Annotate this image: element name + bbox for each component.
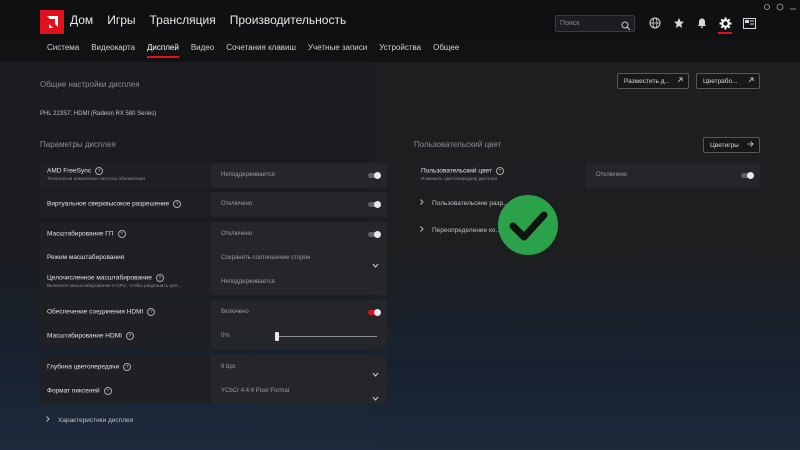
freesync-toggle[interactable] [368, 172, 381, 179]
arrow-right-icon [747, 141, 754, 149]
slider-thumb[interactable] [275, 332, 279, 341]
search-input[interactable] [560, 17, 618, 30]
nav-streaming[interactable]: Трансляция [150, 13, 216, 27]
setting-value: Включено [221, 309, 249, 315]
setting-description: Технология изменения частоты обновления [47, 177, 145, 182]
help-icon[interactable]: ? [173, 200, 182, 208]
amd-logo-icon [46, 16, 58, 28]
help-icon[interactable]: ? [103, 387, 112, 395]
chevron-down-icon [372, 388, 379, 406]
help-icon[interactable]: ? [155, 274, 164, 282]
check-icon [498, 195, 558, 255]
tab-display[interactable]: Дисплей [147, 43, 179, 58]
setting-name: Обеспечение соединения HDMI [47, 308, 144, 316]
row-color-depth: Глубина цветопередачи? 8 bpc [40, 355, 387, 380]
setting-value: 0% [221, 333, 230, 339]
setting-name: Режим масштабирования [47, 254, 125, 261]
help-icon[interactable]: ? [147, 308, 156, 316]
scaling-mode-dropdown[interactable]: Сохранять соотношение сторон [211, 246, 387, 271]
setting-name: AMD FreeSync [47, 167, 92, 175]
custom-color-toggle[interactable] [741, 172, 754, 179]
gpu-scaling-toggle[interactable] [368, 231, 381, 238]
nav-home[interactable]: Дом [70, 13, 93, 27]
arrow-up-right-icon [677, 77, 683, 85]
row-vsr: Виртуальное сверхвысокое разрешение? Отк… [40, 192, 387, 217]
monitor-name: PHL 223S7: HDMI (Radeon RX 580 Series) [40, 111, 157, 117]
help-icon[interactable] [775, 2, 784, 11]
display-specs-expander[interactable]: Характеристики дисплея [46, 416, 133, 424]
layout-button[interactable]: Разместить д... [617, 73, 689, 89]
pixel-format-dropdown[interactable]: YCbCr 4:4:4 Pixel Format [211, 379, 387, 404]
setting-name: Глубина цветопередачи [47, 363, 120, 371]
setting-name: Масштабирование HDMI [47, 332, 122, 340]
main-nav: Дом Игры Трансляция Производительность [70, 13, 346, 27]
row-gpu-scaling: Масштабирование ГП? Отключено [40, 222, 387, 247]
search-icon[interactable] [621, 18, 631, 36]
custom-resolutions-expander[interactable]: Пользовательские разр... [420, 199, 509, 207]
setting-value: Отключено [221, 201, 253, 207]
tab-devices[interactable]: Устройства [379, 43, 421, 57]
nav-performance[interactable]: Производительность [230, 13, 346, 27]
tab-video[interactable]: Видео [191, 43, 214, 57]
tab-graphics[interactable]: Видеокарта [91, 43, 135, 57]
help-icon[interactable]: ? [125, 332, 134, 340]
bell-icon[interactable] [695, 16, 709, 30]
chevron-right-icon [420, 226, 424, 234]
star-icon[interactable] [672, 16, 686, 30]
setting-description: Включите масштабирование в GPU, чтобы ра… [47, 284, 182, 289]
setting-value: Неподдерживается [221, 279, 275, 285]
account-icon[interactable] [742, 16, 756, 30]
tab-general[interactable]: Общее [433, 43, 459, 57]
search-box[interactable] [555, 15, 635, 32]
tab-system[interactable]: Система [47, 43, 79, 57]
setting-value: Отключено [596, 172, 628, 178]
setting-value: Отключено [221, 231, 253, 237]
top-bar: Дом Игры Трансляция Производительность [0, 0, 800, 38]
params-heading: Параметры дисплея [40, 140, 116, 149]
setting-value: Неподдерживается [221, 172, 275, 178]
row-pixel-format: Формат пикселей? YCbCr 4:4:4 Pixel Forma… [40, 379, 387, 404]
help-icon[interactable]: ? [123, 363, 132, 371]
bug-icon[interactable] [762, 2, 771, 11]
nav-games[interactable]: Игры [107, 13, 135, 27]
setting-description: Изменить цветопередачу дисплея [421, 177, 498, 182]
game-color-button[interactable]: Цветигры [703, 137, 760, 153]
row-custom-color: Пользовательский цвет? Изменить цветопер… [414, 163, 760, 188]
setting-value: Сохранять соотношение сторон [221, 255, 311, 261]
setting-name: Целочисленное масштабирование [47, 274, 152, 282]
amd-logo[interactable] [40, 10, 64, 34]
setting-value: 8 bpc [221, 364, 236, 370]
chevron-right-icon [420, 199, 424, 207]
custom-color-heading: Пользовательский цвет [414, 140, 502, 149]
row-hdmi-scaling: Масштабирование HDMI? 0% [40, 324, 387, 349]
setting-name: Пользовательский цвет [421, 167, 492, 175]
help-icon[interactable]: ? [95, 167, 104, 175]
hdmi-scaling-slider[interactable] [277, 336, 377, 337]
minimize-icon[interactable] [788, 2, 797, 11]
row-freesync: AMD FreeSync? Технология изменения часто… [40, 163, 387, 188]
tab-hotkeys[interactable]: Сочетания клавиш [226, 43, 296, 57]
help-icon[interactable]: ? [495, 167, 504, 175]
setting-name: Виртуальное сверхвысокое разрешение [47, 200, 170, 208]
arrow-up-right-icon [748, 77, 754, 85]
setting-name: Масштабирование ГП [47, 230, 114, 238]
general-heading: Общие настройки дисплея [40, 80, 140, 89]
color-depth-dropdown[interactable]: 8 bpc [211, 355, 387, 380]
row-scaling-mode: Режим масштабирования Сохранять соотноше… [40, 246, 387, 271]
settings-tabs: Система Видеокарта Дисплей Видео Сочетан… [0, 38, 800, 62]
row-integer-scaling: Целочисленное масштабирование? Включите … [40, 270, 387, 295]
globe-icon[interactable] [648, 16, 662, 30]
tab-accounts[interactable]: Учетные записи [308, 43, 367, 57]
chevron-right-icon [46, 416, 50, 424]
row-hdmi-link: Обеспечение соединения HDMI? Включено [40, 300, 387, 325]
gear-icon[interactable] [718, 15, 732, 34]
vsr-toggle[interactable] [368, 201, 381, 208]
color-button[interactable]: Цветрабо... [696, 73, 760, 89]
setting-name: Формат пикселей [47, 387, 100, 395]
help-icon[interactable]: ? [117, 230, 126, 238]
setting-value: YCbCr 4:4:4 Pixel Format [221, 388, 290, 394]
hdmi-link-toggle[interactable] [368, 309, 381, 316]
